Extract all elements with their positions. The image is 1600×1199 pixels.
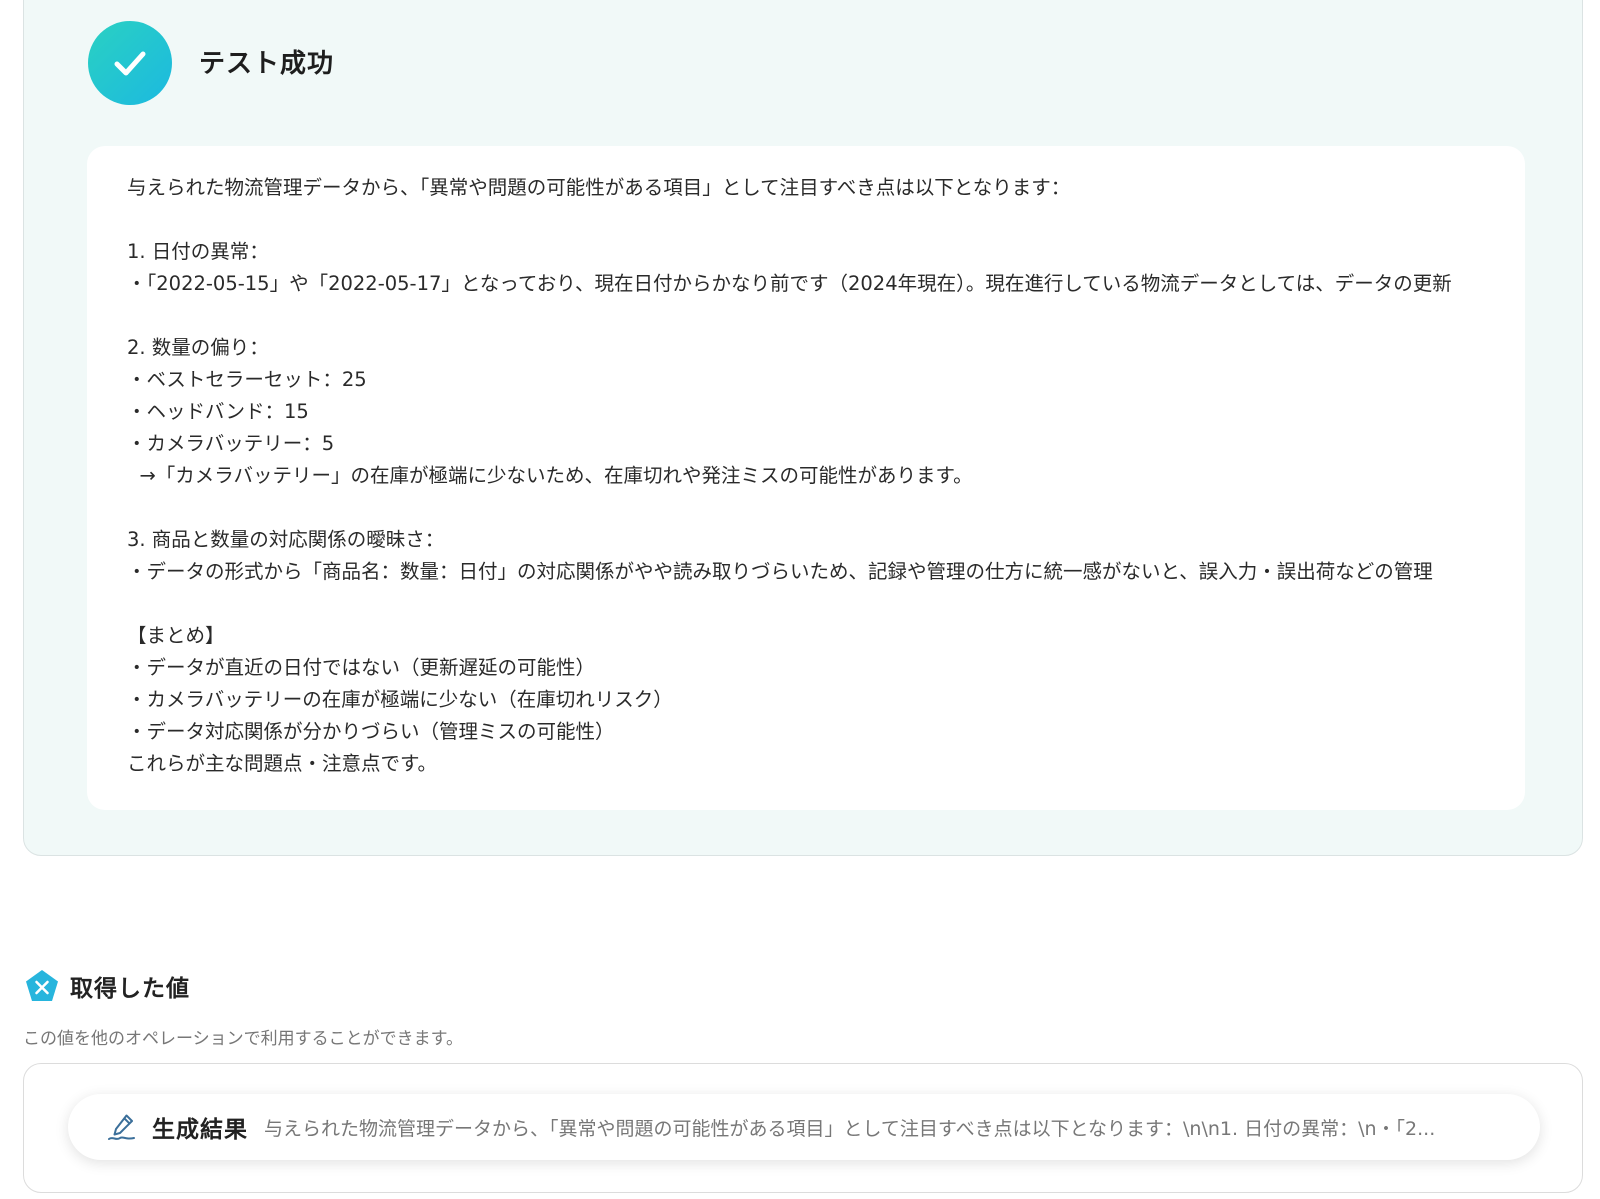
result-text-line — [127, 588, 1485, 620]
value-item-label: 生成結果 — [152, 1117, 248, 1143]
value-item-preview: 与えられた物流管理データから、「異常や問題の可能性がある項目」として注目すべき点… — [264, 1117, 1436, 1140]
values-description: この値を他のオペレーションで利用することができます。 — [23, 1029, 463, 1049]
result-text-line — [127, 492, 1485, 524]
result-text-line: 与えられた物流管理データから、「異常や問題の可能性がある項目」として注目すべき点… — [127, 176, 1071, 199]
values-header: 取得した値 — [24, 968, 190, 1004]
success-badge — [88, 21, 172, 105]
result-text-line: →「カメラバッテリー」の在庫が極端に少ないため、在庫切れや発注ミスの可能性があり… — [127, 464, 973, 487]
result-text-line: 3. 商品と数量の対応関係の曖昧さ： — [127, 528, 445, 551]
result-text-line: 2. 数量の偏り： — [127, 336, 269, 359]
pen-icon — [108, 1114, 135, 1140]
values-title: 取得した値 — [70, 976, 190, 1002]
result-text-line: ・データ対応関係が分かりづらい（管理ミスの可能性） — [127, 720, 615, 743]
result-text-card: 与えられた物流管理データから、「異常や問題の可能性がある項目」として注目すべき点… — [87, 146, 1525, 810]
result-text-line: 1. 日付の異常： — [127, 240, 269, 263]
values-list: 生成結果 与えられた物流管理データから、「異常や問題の可能性がある項目」として注… — [23, 1063, 1583, 1193]
result-text-line: ・「2022-05-15」や「2022-05-17」となっており、現在日付からか… — [127, 272, 1452, 295]
value-item-generated-result[interactable]: 生成結果 与えられた物流管理データから、「異常や問題の可能性がある項目」として注… — [68, 1094, 1540, 1160]
success-title: テスト成功 — [199, 49, 335, 79]
result-text-line: ・データが直近の日付ではない（更新遅延の可能性） — [127, 656, 596, 679]
check-icon — [114, 51, 146, 76]
result-text-line — [127, 300, 1485, 332]
result-text-line: ・カメラバッテリー：5 — [127, 432, 335, 455]
result-text-line: ・ベストセラーセット：25 — [127, 368, 367, 391]
page: テスト成功 与えられた物流管理データから、「異常や問題の可能性がある項目」として… — [0, 0, 1600, 1199]
variable-x-icon — [24, 968, 60, 1004]
result-text-line — [127, 204, 1485, 236]
result-text-line: ・ヘッドバンド：15 — [127, 400, 309, 423]
result-text-line: ・データの形式から「商品名：数量：日付」の対応関係がやや読み取りづらいため、記録… — [127, 560, 1433, 583]
result-text-line: これらが主な問題点・注意点です。 — [127, 752, 438, 775]
test-result-panel: テスト成功 与えられた物流管理データから、「異常や問題の可能性がある項目」として… — [23, 0, 1583, 856]
result-text-line: 【まとめ】 — [127, 624, 225, 647]
result-text-line: ・カメラバッテリーの在庫が極端に少ない（在庫切れリスク） — [127, 688, 673, 711]
